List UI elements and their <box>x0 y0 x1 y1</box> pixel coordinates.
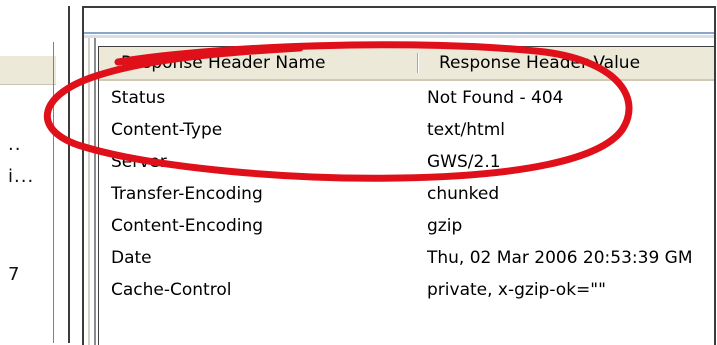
header-value-cell: text/html <box>427 120 506 140</box>
table-row[interactable]: Server GWS/2.1 <box>99 146 714 178</box>
listview-column-header: Response Header Name Response Header Val… <box>99 47 714 81</box>
left-pane-fragment: i... <box>8 166 35 187</box>
header-name-cell: Content-Encoding <box>111 216 264 236</box>
header-name-cell: Transfer-Encoding <box>111 184 263 204</box>
table-row[interactable]: Status Not Found - 404 <box>99 82 714 114</box>
splitter[interactable] <box>84 38 96 345</box>
column-header-value[interactable]: Response Header Value <box>439 47 640 79</box>
window-gap <box>70 0 80 343</box>
column-separator[interactable] <box>417 53 419 73</box>
header-name-cell: Status <box>111 88 166 108</box>
table-row[interactable]: Date Thu, 02 Mar 2006 20:53:39 GM <box>99 242 714 274</box>
header-name-cell: Content-Type <box>111 120 223 140</box>
left-pane-fragment: 7 <box>8 264 21 285</box>
response-headers-listview[interactable]: Response Header Name Response Header Val… <box>98 46 714 345</box>
toolbar-band <box>84 8 714 38</box>
table-row[interactable]: Content-Encoding gzip <box>99 210 714 242</box>
table-row[interactable]: Cache-Control private, x-gzip-ok="" <box>99 274 714 306</box>
header-value-cell: Not Found - 404 <box>427 88 564 108</box>
left-pane-fragment: .. <box>8 134 22 155</box>
header-value-cell: chunked <box>427 184 500 204</box>
column-header-name[interactable]: Response Header Name <box>121 47 326 79</box>
header-value-cell: private, x-gzip-ok="" <box>427 280 606 300</box>
table-row[interactable]: Content-Type text/html <box>99 114 714 146</box>
header-name-cell: Date <box>111 248 152 268</box>
header-value-cell: gzip <box>427 216 463 236</box>
table-row[interactable]: Transfer-Encoding chunked <box>99 178 714 210</box>
header-name-cell: Cache-Control <box>111 280 232 300</box>
left-pane-column-header[interactable] <box>0 56 56 85</box>
header-value-cell: Thu, 02 Mar 2006 20:53:39 GM <box>427 248 693 268</box>
main-window: Response Header Name Response Header Val… <box>82 6 716 345</box>
header-name-cell: Server <box>111 152 167 172</box>
left-pane-divider <box>53 42 54 343</box>
header-value-cell: GWS/2.1 <box>427 152 501 172</box>
left-pane: .. i... 7 <box>0 6 70 343</box>
